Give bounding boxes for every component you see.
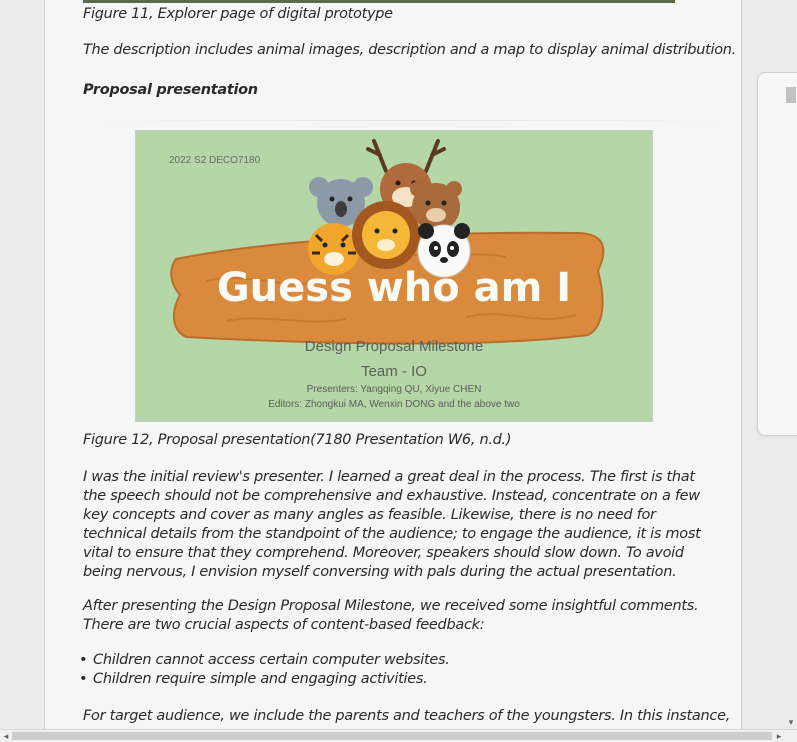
- list-item: Children require simple and engaging act…: [79, 670, 703, 689]
- slide-subtitle: Design Proposal Milestone: [304, 338, 484, 355]
- figure11-image-bottom-edge: [83, 0, 675, 3]
- feedback-list: Children cannot access certain computer …: [79, 651, 703, 689]
- slide-team: Team - IO: [361, 363, 427, 380]
- arrow-right-icon[interactable]: ▸: [773, 730, 785, 742]
- arrow-left-icon[interactable]: ◂: [0, 730, 12, 742]
- paragraph-presenter-reflection: I was the initial review's presenter. I …: [83, 469, 701, 580]
- divider: [83, 120, 741, 121]
- figure11-caption: Figure 11, Explorer page of digital prot…: [83, 6, 393, 22]
- vertical-scroll-panel[interactable]: [757, 72, 797, 436]
- list-item: Children cannot access certain computer …: [79, 651, 703, 670]
- paragraph-feedback-intro: After presenting the Design Proposal Mil…: [83, 598, 699, 633]
- document-page: Figure 11, Explorer page of digital prot…: [44, 0, 742, 729]
- horizontal-scrollbar[interactable]: ◂ ▸: [0, 729, 797, 742]
- figure11-description: The description includes animal images, …: [83, 42, 736, 58]
- proposal-slide-image: 2022 S2 DECO7180 Guess who am I Design P…: [135, 130, 653, 422]
- slide-title: Guess who am I: [216, 265, 572, 311]
- horizontal-scroll-thumb[interactable]: [12, 732, 772, 740]
- slide-editors: Editors: Zhongkui MA, Wenxin DONG and th…: [268, 399, 520, 410]
- slide-presenters: Presenters: Yangqing QU, Xiyue CHEN: [306, 384, 482, 395]
- figure12-caption: Figure 12, Proposal presentation(7180 Pr…: [83, 432, 512, 448]
- left-margin: [0, 0, 44, 741]
- arrow-down-icon[interactable]: ▾: [785, 716, 797, 728]
- vertical-scroll-thumb[interactable]: [786, 87, 796, 103]
- section-heading: Proposal presentation: [83, 82, 258, 98]
- paragraph-target-audience: For target audience, we include the pare…: [83, 708, 731, 724]
